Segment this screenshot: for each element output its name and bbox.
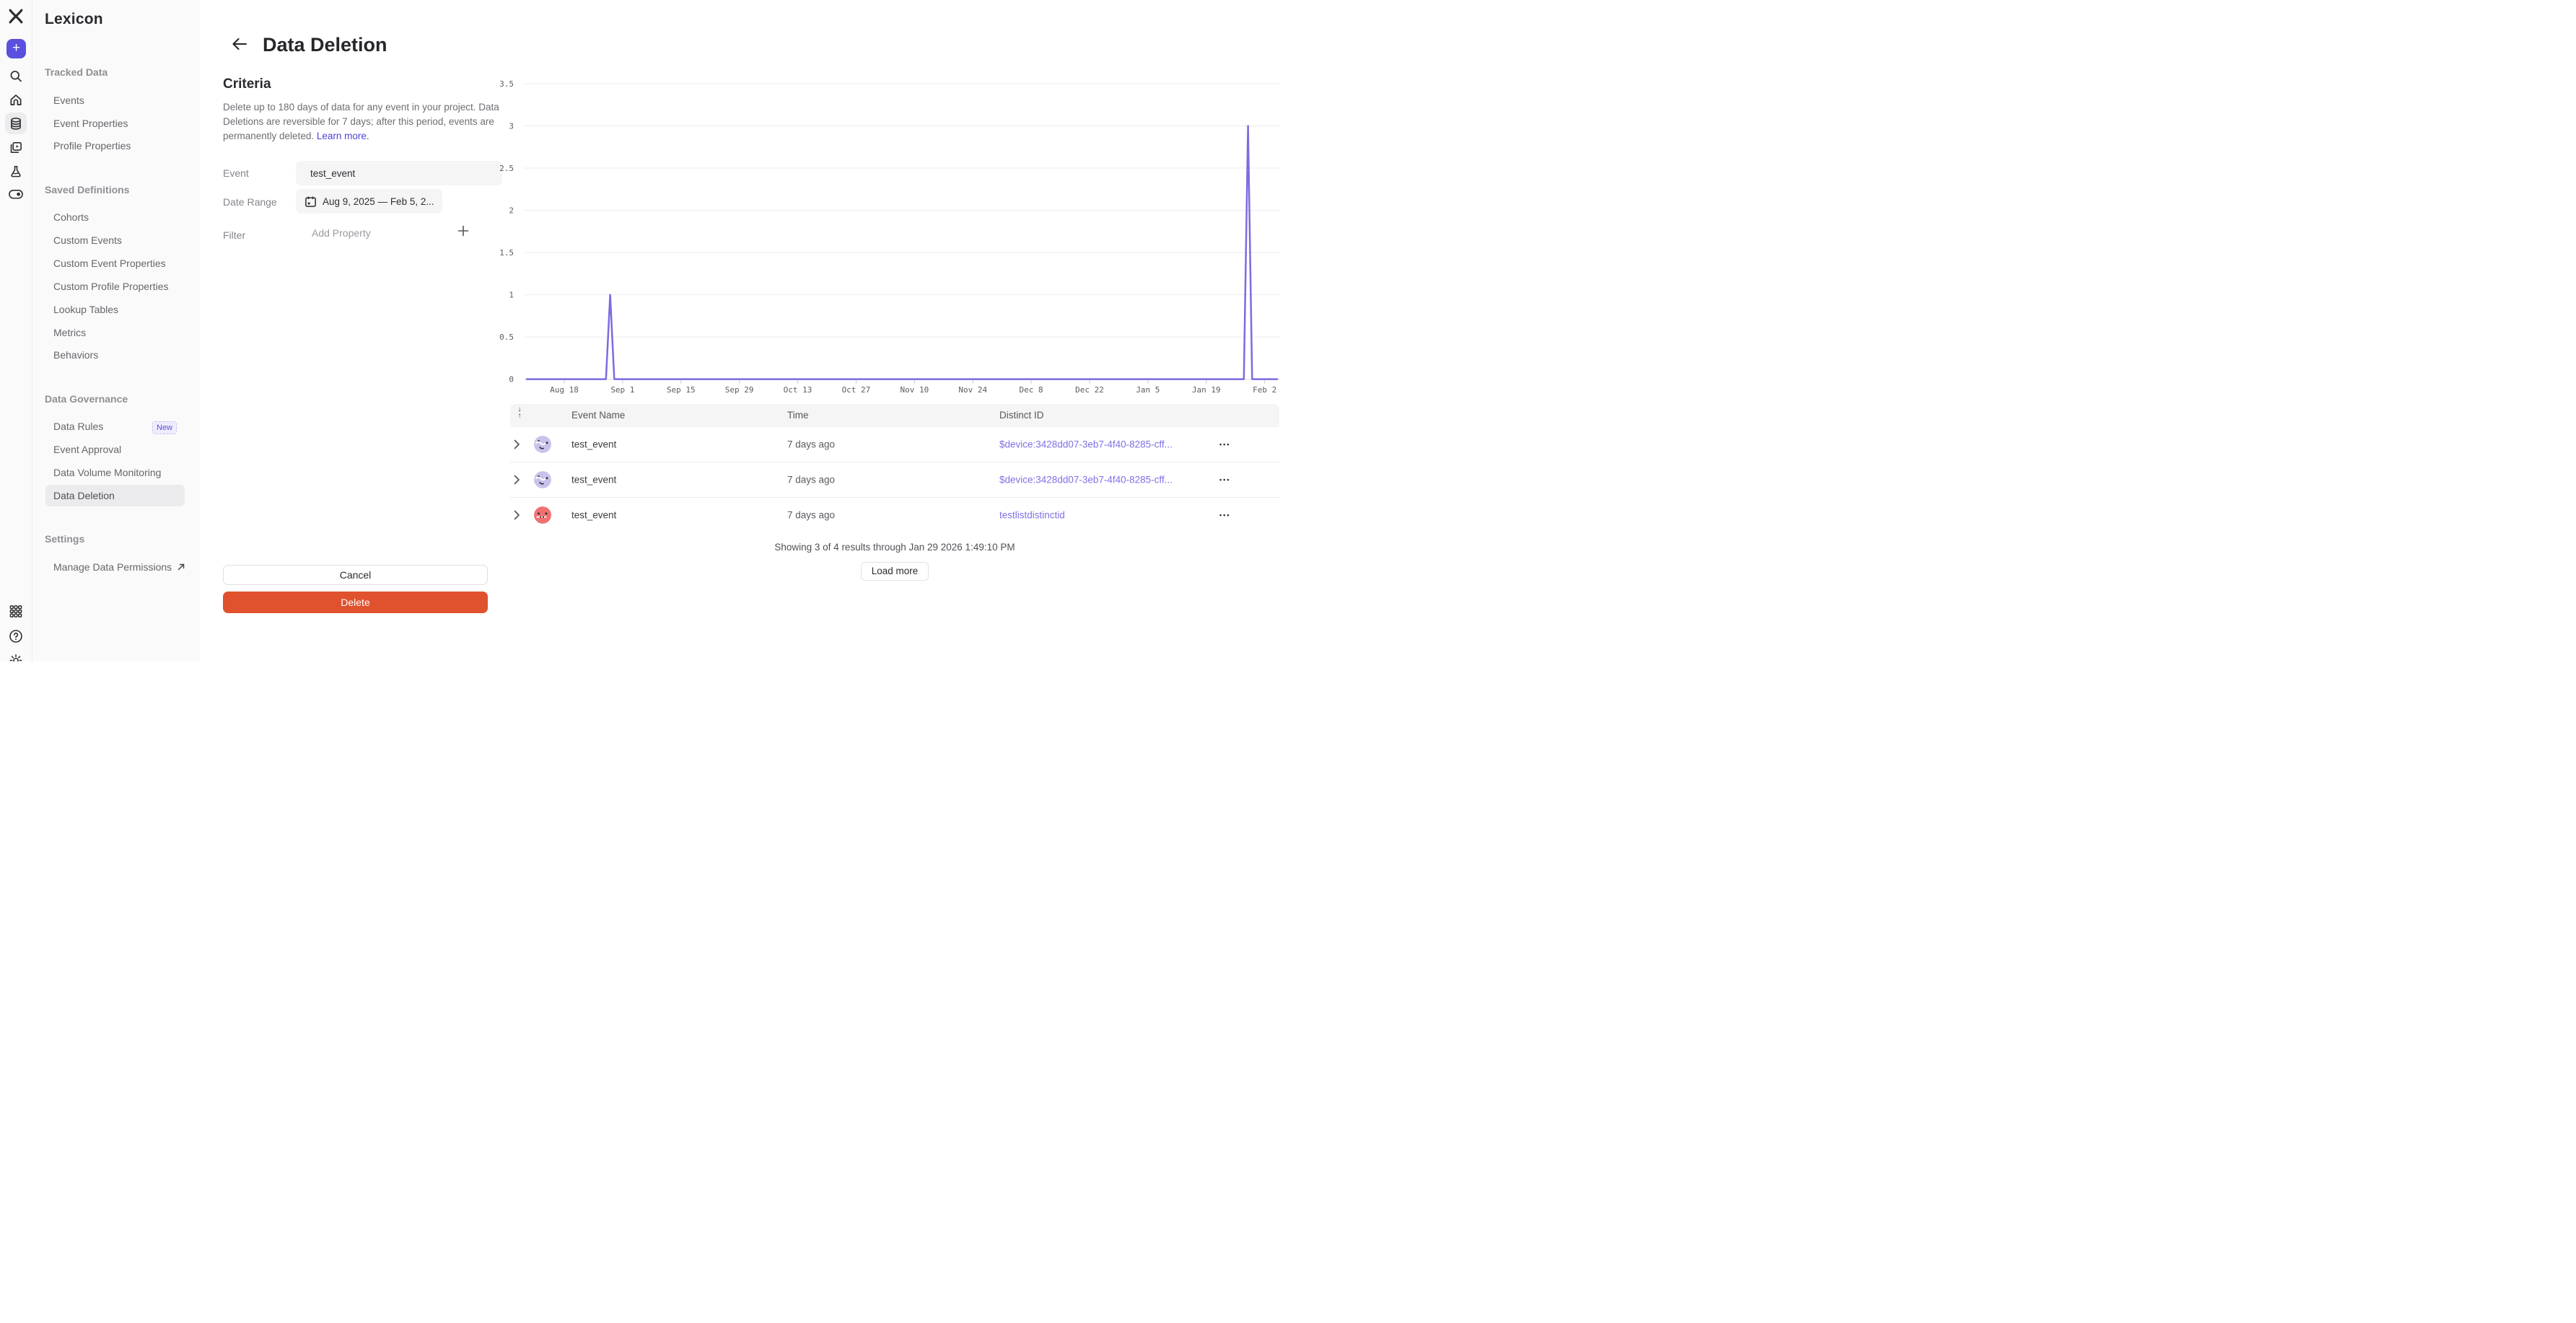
icon-rail: + xyxy=(0,0,32,662)
sidebar-item-manage-data-permissions[interactable]: Manage Data Permissions xyxy=(53,559,185,575)
row-event-name: test_event xyxy=(571,439,616,450)
table-row[interactable]: test_event 7 days ago testlistdistinctid… xyxy=(510,497,1279,532)
sidebar-item-behaviors[interactable]: Behaviors xyxy=(53,347,98,363)
row-time: 7 days ago xyxy=(787,510,835,521)
criteria-description: Delete up to 180 days of data for any ev… xyxy=(223,100,501,143)
sidebar-item-events[interactable]: Events xyxy=(53,92,84,108)
load-more-wrap: Load more xyxy=(510,562,1279,581)
calendar-icon xyxy=(305,195,317,208)
help-icon[interactable] xyxy=(9,629,23,643)
user-avatar-lavender-icon xyxy=(533,435,552,454)
column-header-event-name[interactable]: Event Name xyxy=(571,404,625,427)
section-tracked-data: Tracked Data xyxy=(45,64,108,80)
filter-label: Filter xyxy=(223,228,245,242)
load-more-button[interactable]: Load more xyxy=(861,562,929,581)
cancel-button[interactable]: Cancel xyxy=(223,565,488,585)
lexicon-database-icon[interactable] xyxy=(9,117,23,131)
sidebar-item-event-properties[interactable]: Event Properties xyxy=(53,115,128,131)
event-label: Event xyxy=(223,166,249,180)
sidebar-item-custom-events[interactable]: Custom Events xyxy=(53,232,122,248)
results-table: ↓↑ Event Name Time Distinct ID test_even… xyxy=(510,404,1279,581)
table-header-row: ↓↑ Event Name Time Distinct ID xyxy=(510,404,1279,427)
app-title: Lexicon xyxy=(45,11,103,28)
expand-chevron-icon[interactable] xyxy=(514,475,520,485)
sidebar-item-data-volume-monitoring[interactable]: Data Volume Monitoring xyxy=(53,465,161,480)
event-field[interactable]: test_event xyxy=(296,161,502,185)
column-header-distinct-id[interactable]: Distinct ID xyxy=(999,404,1044,427)
boards-icon[interactable] xyxy=(9,141,23,154)
add-filter-plus-icon[interactable] xyxy=(457,225,469,237)
section-settings: Settings xyxy=(45,531,84,547)
home-icon[interactable] xyxy=(9,93,23,107)
sidebar-item-custom-profile-properties[interactable]: Custom Profile Properties xyxy=(53,278,169,294)
table-row[interactable]: test_event 7 days ago $device:3428dd07-3… xyxy=(510,427,1279,462)
row-event-name: test_event xyxy=(571,510,616,521)
experiments-flask-icon[interactable] xyxy=(9,164,23,178)
new-badge: New xyxy=(152,421,177,434)
external-link-icon xyxy=(177,563,185,571)
search-icon[interactable] xyxy=(9,69,23,83)
lexicon-data-deletion-page: + xyxy=(0,0,1288,662)
row-distinct-id-link[interactable]: testlistdistinctid xyxy=(999,510,1065,521)
expand-chevron-icon[interactable] xyxy=(514,510,520,520)
sidebar-item-metrics[interactable]: Metrics xyxy=(53,325,86,340)
row-distinct-id-link[interactable]: $device:3428dd07-3eb7-4f40-8285-cff... xyxy=(999,439,1173,450)
page-title: Data Deletion xyxy=(263,34,387,56)
sidebar-item-custom-event-properties[interactable]: Custom Event Properties xyxy=(53,255,166,271)
sort-order-icon[interactable]: ↓↑ xyxy=(514,406,525,419)
section-saved-definitions: Saved Definitions xyxy=(45,182,129,198)
table-row[interactable]: test_event 7 days ago $device:3428dd07-3… xyxy=(510,462,1279,497)
add-property-placeholder[interactable]: Add Property xyxy=(312,226,371,240)
criteria-heading: Criteria xyxy=(223,76,271,92)
settings-gear-icon[interactable] xyxy=(9,654,23,662)
create-new-button[interactable]: + xyxy=(6,39,26,58)
date-range-field[interactable]: Aug 9, 2025 — Feb 5, 2... xyxy=(296,189,442,214)
user-avatar-lavender-icon xyxy=(533,470,552,489)
learn-more-link[interactable]: Learn more. xyxy=(317,131,369,141)
date-range-label: Date Range xyxy=(223,195,277,209)
sidebar-item-data-deletion[interactable]: Data Deletion xyxy=(53,488,115,504)
sidebar-item-data-rules[interactable]: Data Rules xyxy=(53,418,103,434)
sidebar-item-event-approval[interactable]: Event Approval xyxy=(53,441,121,457)
user-avatar-red-icon xyxy=(533,506,552,524)
mixpanel-logo-icon[interactable] xyxy=(8,8,25,25)
date-range-value: Aug 9, 2025 — Feb 5, 2... xyxy=(323,196,434,207)
event-value: test_event xyxy=(310,168,355,179)
expand-chevron-icon[interactable] xyxy=(514,439,520,449)
manage-data-permissions-label: Manage Data Permissions xyxy=(53,561,172,573)
row-event-name: test_event xyxy=(571,475,616,485)
lexicon-sidebar: Lexicon Tracked Data Events Event Proper… xyxy=(32,0,201,662)
row-overflow-menu-icon[interactable]: ••• xyxy=(1219,476,1230,483)
delete-button[interactable]: Delete xyxy=(223,592,488,613)
row-distinct-id-link[interactable]: $device:3428dd07-3eb7-4f40-8285-cff... xyxy=(999,475,1173,485)
section-data-governance: Data Governance xyxy=(45,391,128,407)
back-arrow-button[interactable] xyxy=(232,38,250,56)
sidebar-item-lookup-tables[interactable]: Lookup Tables xyxy=(53,302,118,317)
apps-grid-icon[interactable] xyxy=(9,605,23,618)
sidebar-item-cohorts[interactable]: Cohorts xyxy=(53,209,89,225)
row-time: 7 days ago xyxy=(787,475,835,485)
row-overflow-menu-icon[interactable]: ••• xyxy=(1219,441,1230,448)
feature-flags-toggle-icon[interactable] xyxy=(9,189,24,200)
row-overflow-menu-icon[interactable]: ••• xyxy=(1219,511,1230,519)
sidebar-item-profile-properties[interactable]: Profile Properties xyxy=(53,138,131,154)
column-header-time[interactable]: Time xyxy=(787,404,809,427)
results-summary-text: Showing 3 of 4 results through Jan 29 20… xyxy=(510,542,1279,553)
row-time: 7 days ago xyxy=(787,439,835,450)
